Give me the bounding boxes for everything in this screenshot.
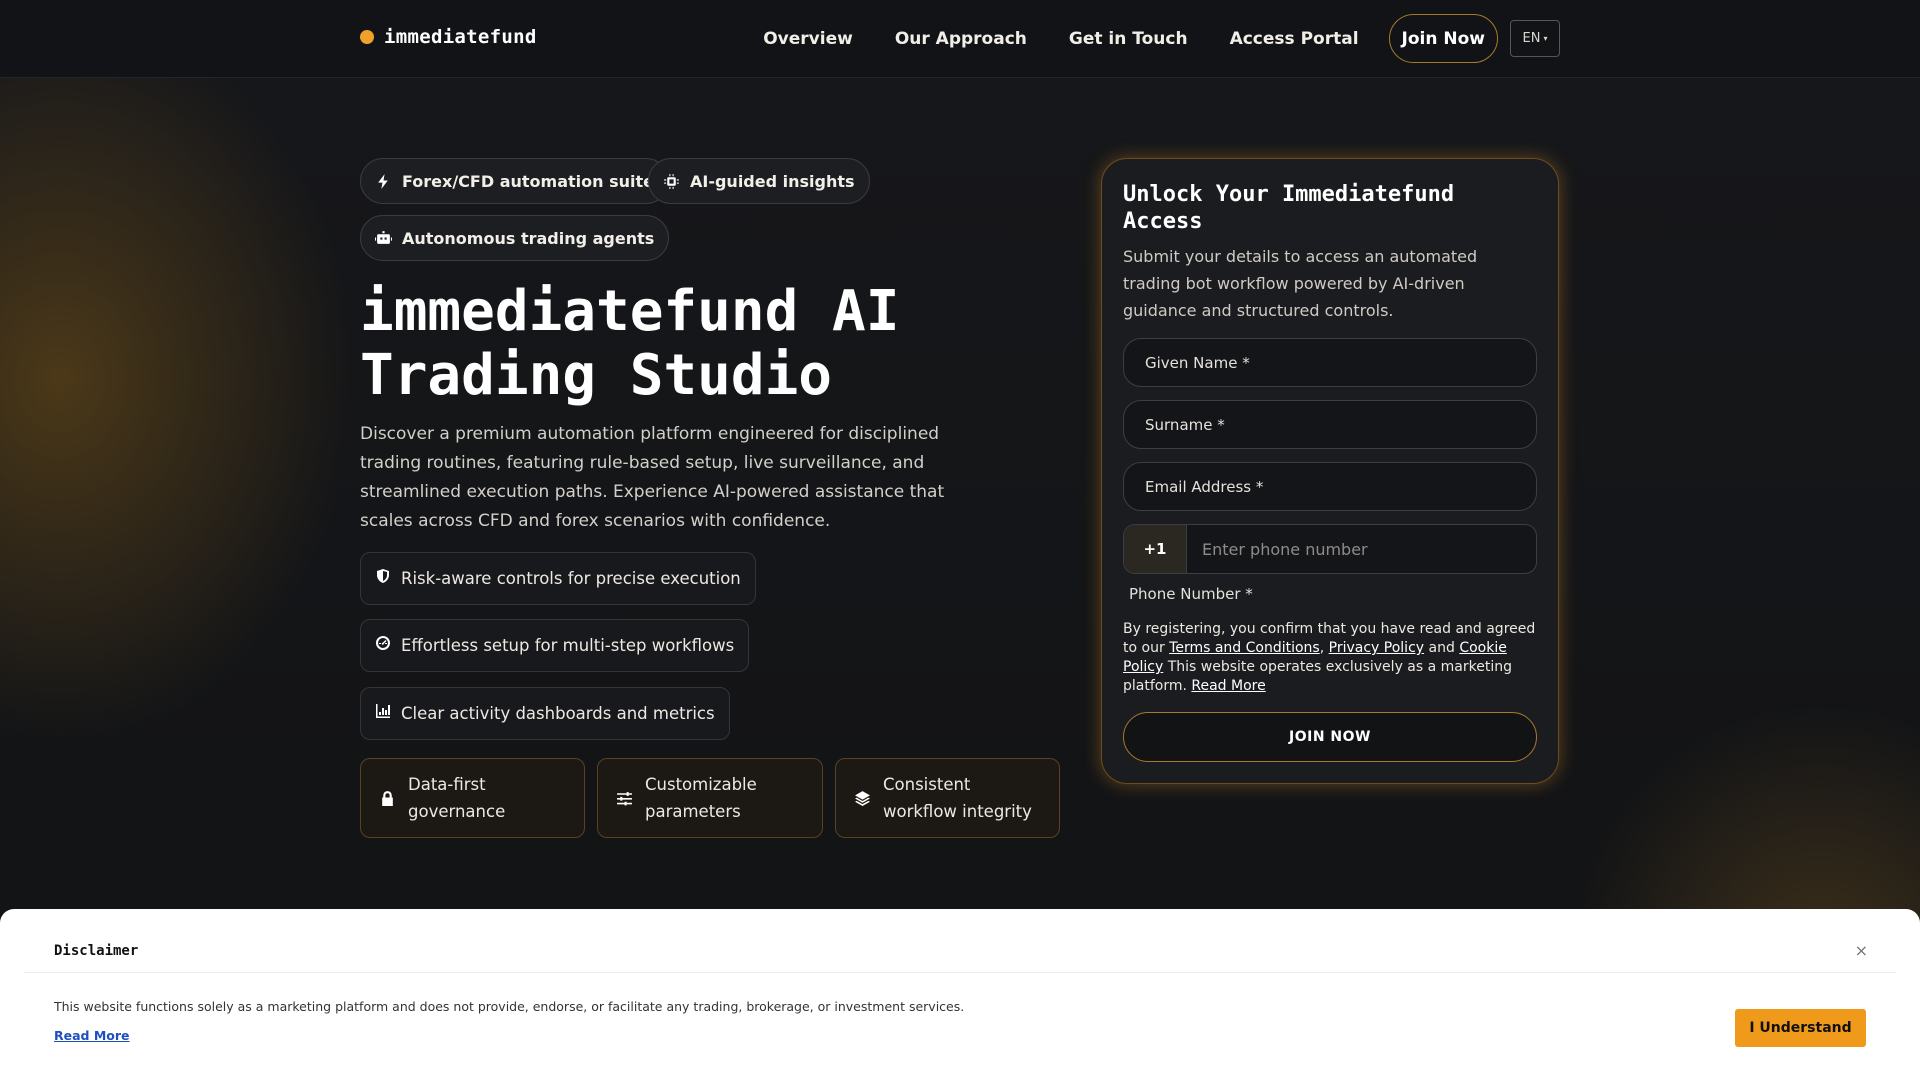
feature-label: Clear activity dashboards and metrics [401, 704, 715, 723]
robot-icon [375, 230, 392, 244]
brand-name: immediatefund [384, 26, 537, 48]
understand-button[interactable]: I Understand [1735, 1009, 1866, 1047]
signup-form: Unlock Your Immediatefund Access Submit … [1101, 158, 1559, 784]
sliders-icon [617, 791, 632, 805]
given-name-field[interactable]: Given Name * [1123, 338, 1537, 387]
form-join-button[interactable]: JOIN NOW [1123, 712, 1537, 762]
caret-down-icon: ▾ [1543, 34, 1548, 43]
disclaimer-text: This website functions solely as a marke… [54, 999, 965, 1014]
lock-icon [382, 790, 393, 806]
chip-label: Forex/CFD automation suite [402, 171, 654, 191]
nav-our-approach[interactable]: Our Approach [895, 29, 1027, 49]
feature-risk-controls: Risk-aware controls for precise executio… [360, 552, 756, 605]
phone-label: Phone Number * [1129, 585, 1253, 603]
language-label: EN [1522, 31, 1541, 46]
close-icon[interactable]: × [1855, 941, 1868, 960]
gauge-icon [376, 635, 390, 650]
main-nav: Overview Our Approach Get in Touch Acces… [721, 14, 1560, 63]
feature-dashboards: Clear activity dashboards and metrics [360, 687, 730, 740]
surname-field[interactable]: Surname * [1123, 400, 1537, 449]
consent-suffix: This website operates exclusively as a m… [1123, 659, 1512, 694]
feature-label: Effortless setup for multi-step workflow… [401, 636, 735, 655]
card-customizable-parameters: Customizable parameters [597, 758, 823, 838]
nav-access-portal[interactable]: Access Portal [1230, 29, 1359, 49]
header-join-button[interactable]: Join Now [1388, 14, 1498, 63]
privacy-link[interactable]: Privacy Policy [1329, 640, 1424, 656]
email-field[interactable]: Email Address * [1123, 462, 1537, 511]
disclaimer-read-more-link[interactable]: Read More [54, 1028, 130, 1043]
chip-autonomous-agents: Autonomous trading agents [360, 215, 670, 261]
feature-effortless-setup: Effortless setup for multi-step workflow… [360, 619, 750, 672]
card-data-governance: Data-first governance [360, 758, 585, 838]
phone-input[interactable] [1188, 525, 1536, 573]
chip-label: Autonomous trading agents [402, 228, 655, 248]
chip-ai-insights: AI-guided insights [648, 158, 870, 204]
chip-cpu-icon [664, 173, 679, 189]
hero-title: immediatefund AI Trading Studio [360, 279, 900, 408]
disclaimer-title: Disclaimer [54, 943, 139, 959]
card-workflow-integrity: Consistent workflow integrity [835, 758, 1060, 838]
chip-forex-cfd: Forex/CFD automation suite [360, 158, 669, 204]
consent-and: and [1428, 640, 1455, 656]
consent-text: By registering, you confirm that you hav… [1123, 621, 1536, 694]
feature-label: Risk-aware controls for precise executio… [401, 569, 741, 588]
nav-overview[interactable]: Overview [763, 29, 853, 49]
consent-read-more-link[interactable]: Read More [1191, 678, 1265, 694]
country-code-select[interactable]: +1 [1124, 525, 1187, 573]
form-subtitle: Submit your details to access an automat… [1123, 247, 1478, 320]
disclaimer-banner: Disclaimer × This website functions sole… [0, 909, 1920, 1080]
layers-icon [855, 790, 870, 806]
card-label: Data-first governance [408, 775, 506, 821]
nav-get-in-touch[interactable]: Get in Touch [1069, 29, 1188, 49]
shield-icon [377, 568, 389, 583]
bar-chart-icon [376, 703, 390, 718]
terms-link[interactable]: Terms and Conditions [1169, 640, 1320, 656]
form-title: Unlock Your Immediatefund Access [1123, 182, 1455, 234]
phone-group: +1 [1123, 524, 1537, 574]
disclaimer-divider [24, 972, 1896, 973]
brand-logo[interactable]: immediatefund [360, 26, 537, 48]
card-label: Customizable parameters [645, 775, 757, 821]
bolt-icon [378, 173, 388, 189]
hero-description: Discover a premium automation platform e… [360, 424, 945, 531]
language-select[interactable]: EN ▾ [1510, 20, 1560, 57]
site-header: immediatefund Overview Our Approach Get … [0, 0, 1920, 78]
brand-dot-icon [360, 30, 374, 44]
card-label: Consistent workflow integrity [883, 775, 1032, 821]
chip-label: AI-guided insights [690, 171, 855, 191]
